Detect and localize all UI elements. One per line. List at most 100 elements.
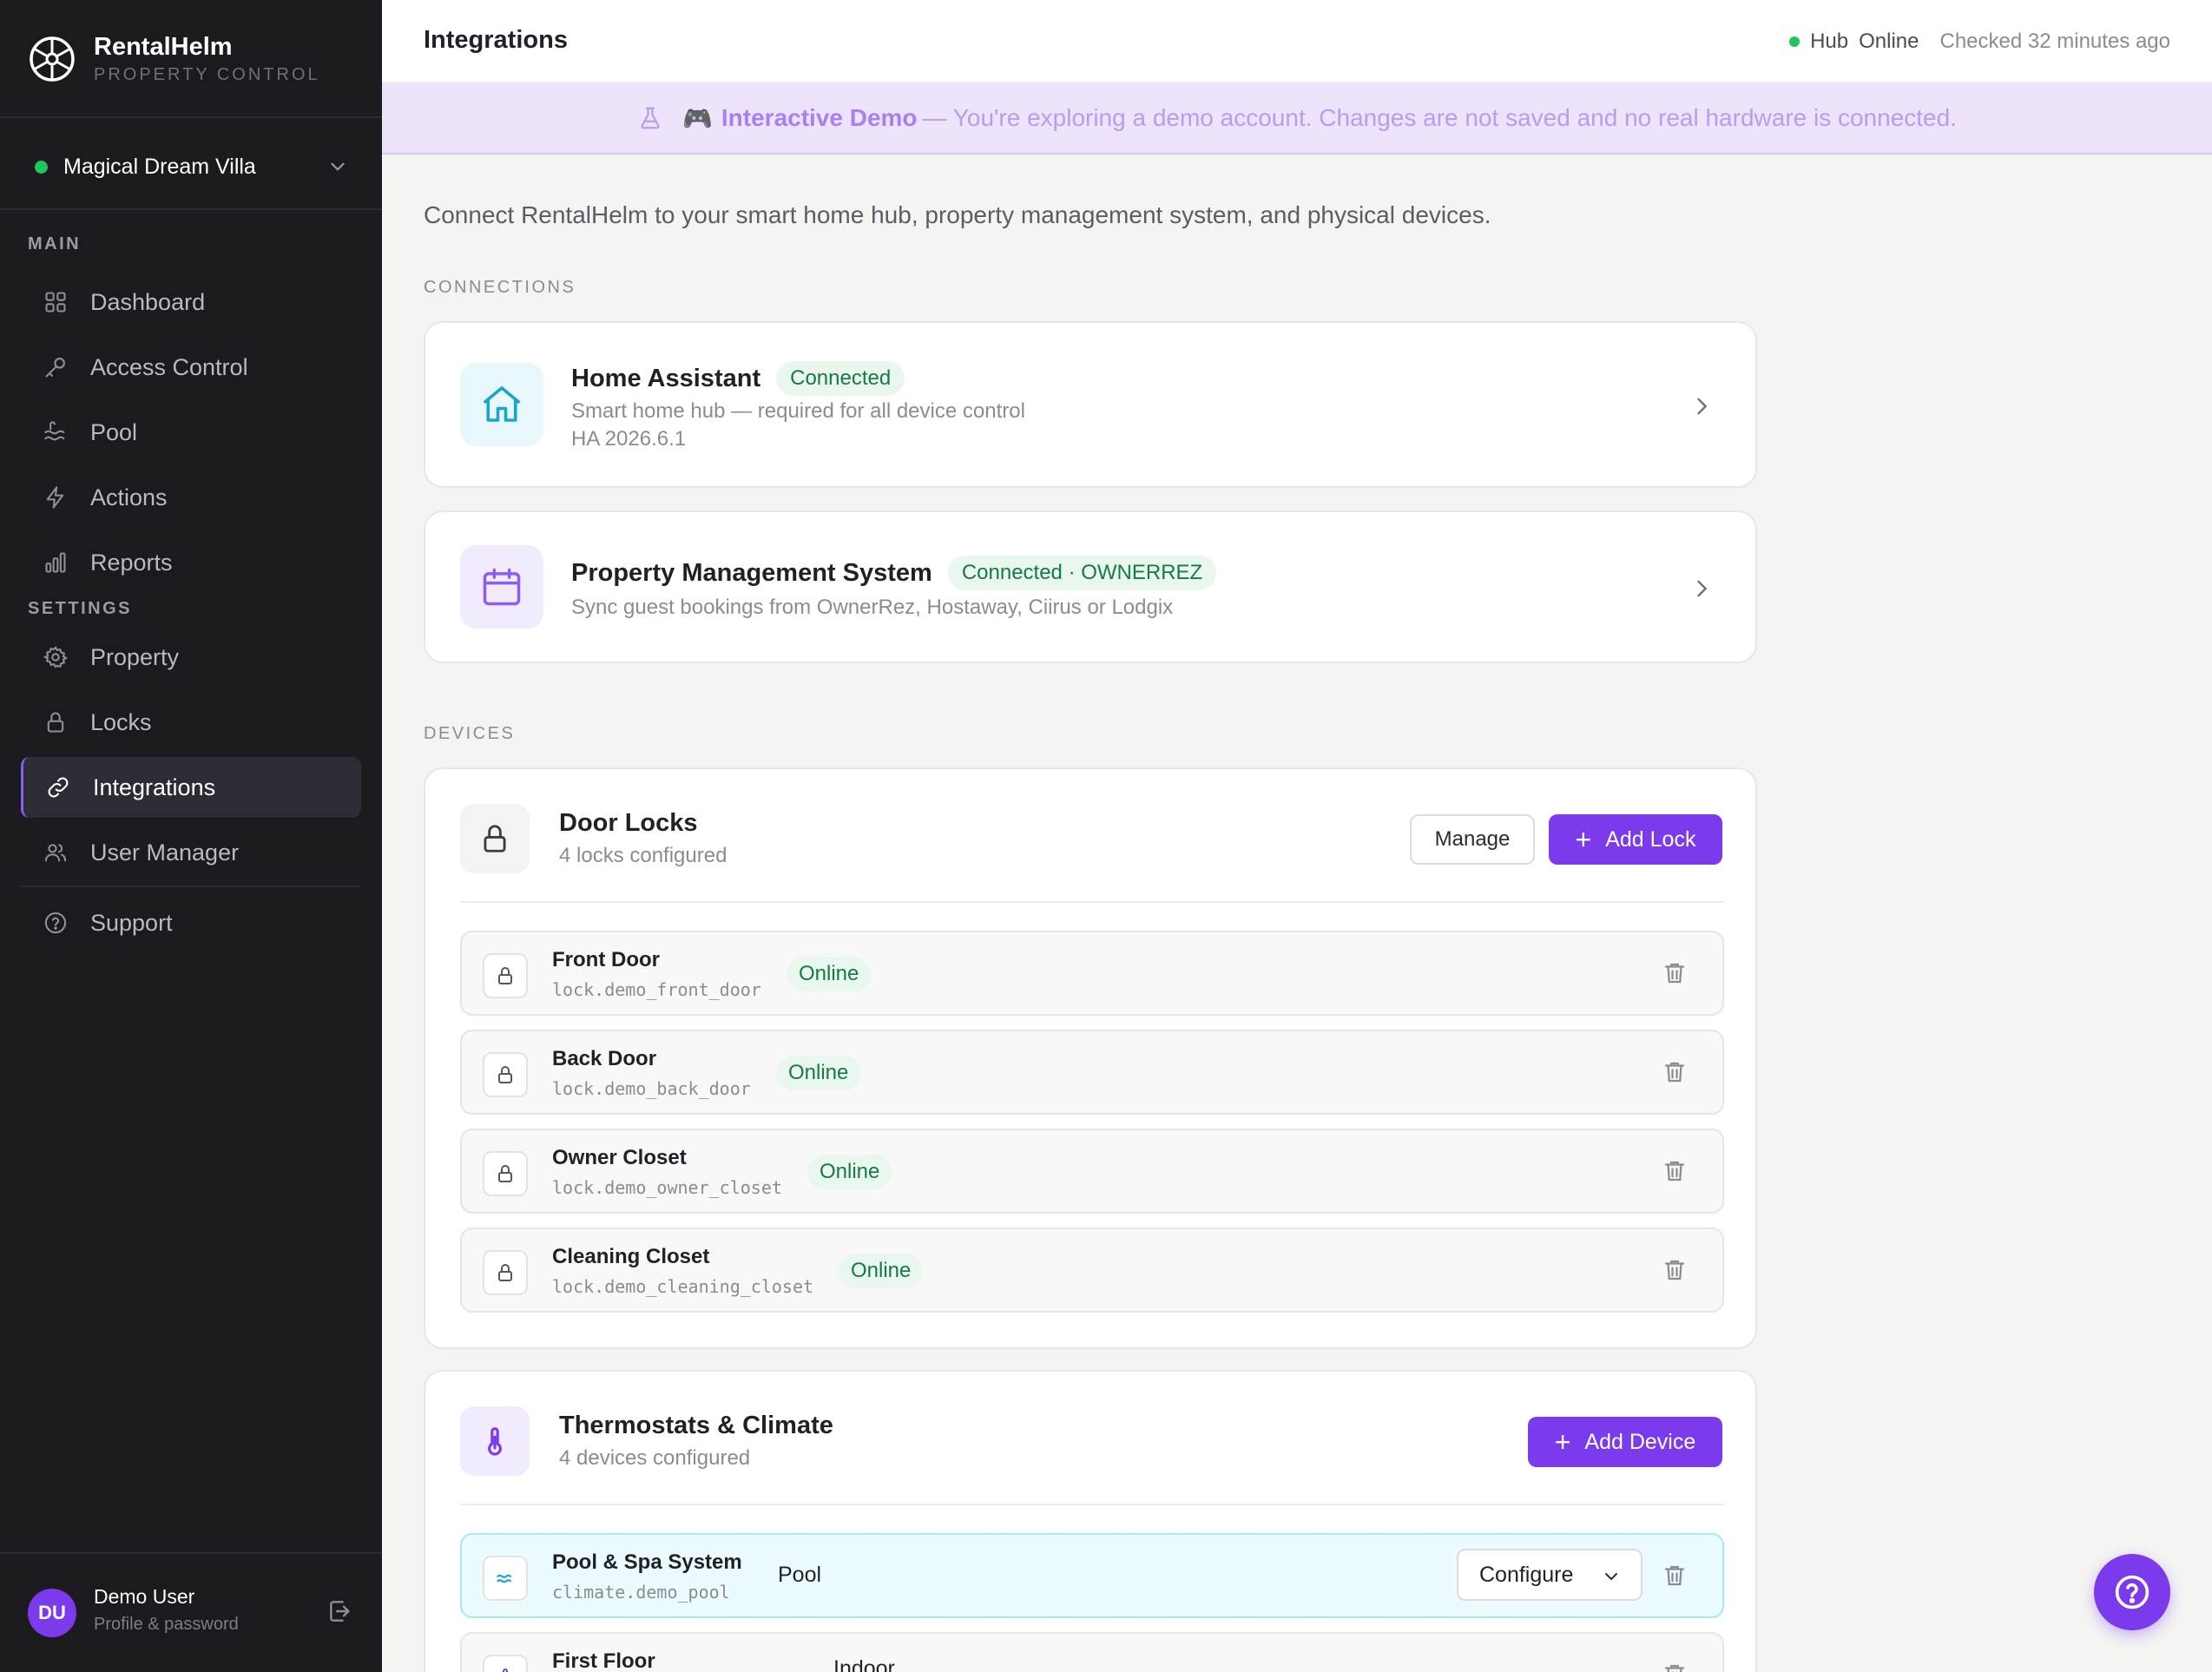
flask-icon <box>641 107 660 129</box>
sidebar-item-integrations[interactable]: Integrations <box>21 757 361 818</box>
demo-banner-message: — You're exploring a demo account. Chang… <box>922 104 1957 131</box>
sidebar-item-label: Access Control <box>90 353 248 380</box>
divider <box>460 1504 1724 1505</box>
page-description: Connect RentalHelm to your smart home hu… <box>424 201 1491 228</box>
key-icon <box>42 353 69 381</box>
sidebar-item-label: Integrations <box>93 773 216 800</box>
configure-dropdown[interactable]: Configure <box>1457 1549 1643 1601</box>
lock-entity-id: lock.demo_back_door <box>552 1078 751 1099</box>
hub-last-checked: Checked 32 minutes ago <box>1939 30 2171 53</box>
lock-name: Owner Closet <box>552 1146 687 1169</box>
avatar[interactable]: DU <box>28 1589 76 1637</box>
property-status-dot <box>35 160 48 174</box>
sidebar-item-dashboard[interactable]: Dashboard <box>21 272 361 332</box>
divider <box>460 901 1724 903</box>
sidebar-item-pool[interactable]: Pool <box>21 402 361 463</box>
sidebar-item-label: Dashboard <box>90 288 206 315</box>
sidebar-item-label: Reports <box>90 549 173 576</box>
brand[interactable]: RentalHelm PROPERTY CONTROL <box>28 31 320 87</box>
sidebar-item-property[interactable]: Property <box>21 627 361 688</box>
status-badge: Online <box>787 957 872 991</box>
gamepad-emoji: 🎮 <box>682 104 713 132</box>
connection-subtitle: Sync guest bookings from OwnerRez, Hosta… <box>571 596 1174 619</box>
status-badge: Online <box>839 1254 924 1288</box>
sidebar-item-support[interactable]: Support <box>21 892 361 953</box>
help-button[interactable] <box>2094 1554 2170 1630</box>
manage-button[interactable]: Manage <box>1410 814 1535 865</box>
sidebar-item-user-manager[interactable]: User Manager <box>21 822 361 883</box>
lock-row[interactable]: Cleaning Closet lock.demo_cleaning_close… <box>460 1228 1724 1313</box>
lock-icon <box>460 804 530 873</box>
lock-row[interactable]: Back Door lock.demo_back_door Online <box>460 1030 1724 1115</box>
sidebar-item-reports[interactable]: Reports <box>21 532 361 593</box>
add-lock-button[interactable]: + Add Lock <box>1549 814 1722 865</box>
brand-subtitle: PROPERTY CONTROL <box>94 65 320 84</box>
device-group-subtitle: 4 locks configured <box>559 844 727 867</box>
divider <box>0 208 382 210</box>
demo-banner-title: Interactive Demo <box>721 104 918 131</box>
sidebar-item-label: Actions <box>90 484 168 510</box>
sidebar-item-actions[interactable]: Actions <box>21 467 361 528</box>
users-icon <box>42 839 69 866</box>
sidebar-item-locks[interactable]: Locks <box>21 692 361 753</box>
trash-icon[interactable] <box>1662 1563 1688 1589</box>
chevron-down-icon <box>1605 1573 1617 1581</box>
divider <box>0 116 382 118</box>
device-group-subtitle: 4 devices configured <box>559 1446 751 1470</box>
lock-icon <box>483 1052 528 1097</box>
trash-icon[interactable] <box>1662 1257 1688 1283</box>
lock-name: Front Door <box>552 948 660 971</box>
section-label-connections: CONNECTIONS <box>424 278 576 297</box>
connection-name: Home Assistant <box>571 364 761 392</box>
sidebar-item-label: Support <box>90 909 173 936</box>
thermostats-card: Thermostats & Climate 4 devices configur… <box>424 1370 1757 1672</box>
plus-icon: + <box>1554 1426 1571 1458</box>
add-device-label: Add Device <box>1584 1429 1696 1454</box>
trash-icon[interactable] <box>1662 1059 1688 1085</box>
lock-row[interactable]: Owner Closet lock.demo_owner_closet Onli… <box>460 1129 1724 1214</box>
connection-title: Home Assistant Connected <box>571 361 905 396</box>
device-name: First Floor <box>552 1649 655 1672</box>
device-row[interactable]: First Floor Indoor <box>460 1632 1724 1672</box>
divider <box>21 885 361 887</box>
waves-icon <box>42 418 69 446</box>
sidebar-item-access-control[interactable]: Access Control <box>21 337 361 398</box>
hub-status: Hub Online Checked 32 minutes ago <box>1789 30 2170 54</box>
device-entity-id: climate.demo_pool <box>552 1582 730 1603</box>
section-label-settings: SETTINGS <box>28 599 133 618</box>
connection-version: HA 2026.6.1 <box>571 427 687 451</box>
connection-card-home-assistant[interactable]: Home Assistant Connected Smart home hub … <box>424 321 1757 488</box>
brand-name: RentalHelm <box>94 33 233 61</box>
hub-label: Hub <box>1810 30 1849 53</box>
trash-icon[interactable] <box>1662 1662 1688 1672</box>
connection-card-pms[interactable]: Property Management System Connected · O… <box>424 510 1757 663</box>
logout-icon[interactable] <box>326 1597 354 1625</box>
lock-icon <box>483 1250 528 1295</box>
device-group-title: Door Locks <box>559 809 698 837</box>
bar-chart-icon <box>42 549 69 576</box>
trash-icon[interactable] <box>1662 960 1688 986</box>
user-name[interactable]: Demo User <box>94 1585 194 1609</box>
sidebar-item-label: Pool <box>90 418 138 445</box>
chevron-right-icon[interactable] <box>1689 576 1714 601</box>
section-label-main: MAIN <box>28 234 82 253</box>
device-row[interactable]: Pool & Spa System climate.demo_pool Pool… <box>460 1533 1724 1618</box>
demo-banner: 🎮 Interactive Demo — You're exploring a … <box>382 83 2212 155</box>
lock-entity-id: lock.demo_owner_closet <box>552 1177 782 1198</box>
gear-icon <box>42 643 69 671</box>
hub-status-dot <box>1789 36 1801 47</box>
home-icon <box>460 363 543 446</box>
thermometer-icon <box>460 1406 530 1476</box>
hub-state: Online <box>1859 30 1919 53</box>
lock-name: Back Door <box>552 1047 657 1070</box>
configure-label: Configure <box>1479 1562 1574 1587</box>
lock-row[interactable]: Front Door lock.demo_front_door Online <box>460 931 1724 1016</box>
trash-icon[interactable] <box>1662 1158 1688 1184</box>
door-locks-card: Door Locks 4 locks configured Manage + A… <box>424 767 1757 1349</box>
chevron-right-icon[interactable] <box>1689 394 1714 418</box>
device-type: Pool <box>778 1563 822 1587</box>
add-device-button[interactable]: + Add Device <box>1528 1417 1722 1467</box>
lock-entity-id: lock.demo_front_door <box>552 979 761 1000</box>
property-selector[interactable]: Magical Dream Villa <box>35 151 349 182</box>
sidebar-item-label: Locks <box>90 708 152 735</box>
